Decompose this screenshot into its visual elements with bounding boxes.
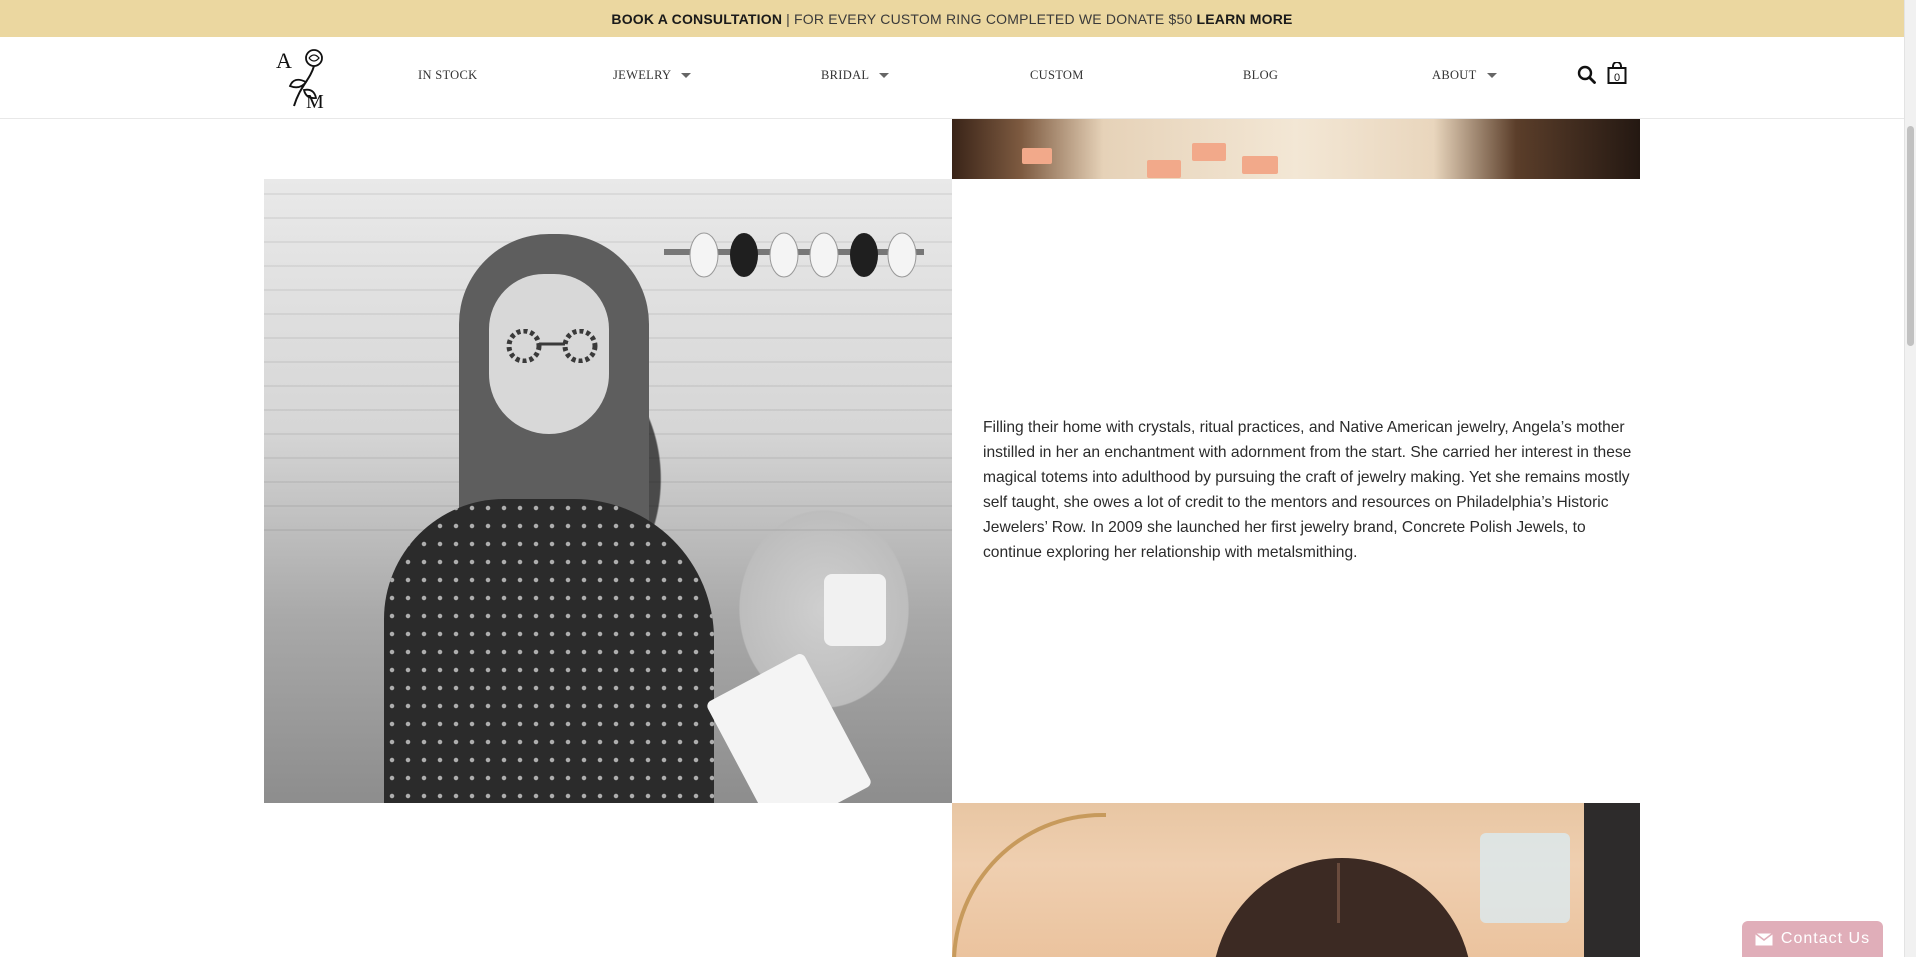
search-button[interactable]	[1576, 64, 1596, 84]
chevron-down-icon	[681, 73, 692, 78]
book-consultation-link[interactable]: BOOK A CONSULTATION	[611, 11, 782, 27]
announcement-message: FOR EVERY CUSTOM RING COMPLETED WE DONAT…	[793, 10, 1193, 27]
logo-mark: A M	[276, 48, 324, 113]
announcement-bar: BOOK A CONSULTATION | FOR EVERY CUSTOM R…	[0, 0, 1904, 37]
page-scrollbar[interactable]	[1904, 0, 1916, 957]
nav-blog[interactable]: BLOG	[1243, 68, 1278, 83]
chevron-down-icon	[1486, 73, 1497, 78]
svg-text:A: A	[276, 48, 292, 73]
envelope-icon	[1754, 932, 1773, 945]
nav-label: JEWELRY	[613, 68, 672, 82]
search-icon	[1577, 65, 1596, 84]
nav-jewelry[interactable]: JEWELRY	[613, 68, 692, 83]
chevron-down-icon	[879, 73, 890, 78]
cart-button[interactable]: 0	[1606, 62, 1628, 86]
site-header: A M IN STOCK JEWELRY BRIDAL CUSTOM BLOG …	[0, 37, 1904, 119]
scrollbar-thumb[interactable]	[1907, 126, 1914, 346]
nav-bridal[interactable]: BRIDAL	[821, 68, 890, 83]
nav-label: BRIDAL	[821, 68, 870, 82]
nav-custom[interactable]: CUSTOM	[1030, 68, 1084, 83]
showroom-photo	[952, 118, 1640, 179]
nav-label: CUSTOM	[1030, 68, 1084, 82]
logo[interactable]: A M	[276, 46, 330, 113]
thread-spools	[664, 232, 924, 278]
learn-more-link[interactable]: LEARN MORE	[1196, 11, 1292, 27]
portrait-photo	[952, 803, 1640, 957]
nav-about[interactable]: ABOUT	[1432, 68, 1497, 83]
glasses	[506, 329, 598, 363]
announcement-separator: |	[786, 10, 790, 27]
jeweler-workbench-photo	[264, 179, 952, 803]
contact-us-label: Contact Us	[1780, 930, 1871, 947]
about-paragraph: Filling their home with crystals, ritual…	[983, 419, 1632, 561]
nav-in-stock[interactable]: IN STOCK	[418, 68, 477, 83]
cart-count: 0	[1613, 72, 1621, 84]
nav-label: IN STOCK	[418, 68, 478, 82]
nav-label: BLOG	[1243, 68, 1279, 82]
nav-label: ABOUT	[1432, 68, 1477, 82]
contact-us-button[interactable]: Contact Us	[1742, 921, 1883, 957]
